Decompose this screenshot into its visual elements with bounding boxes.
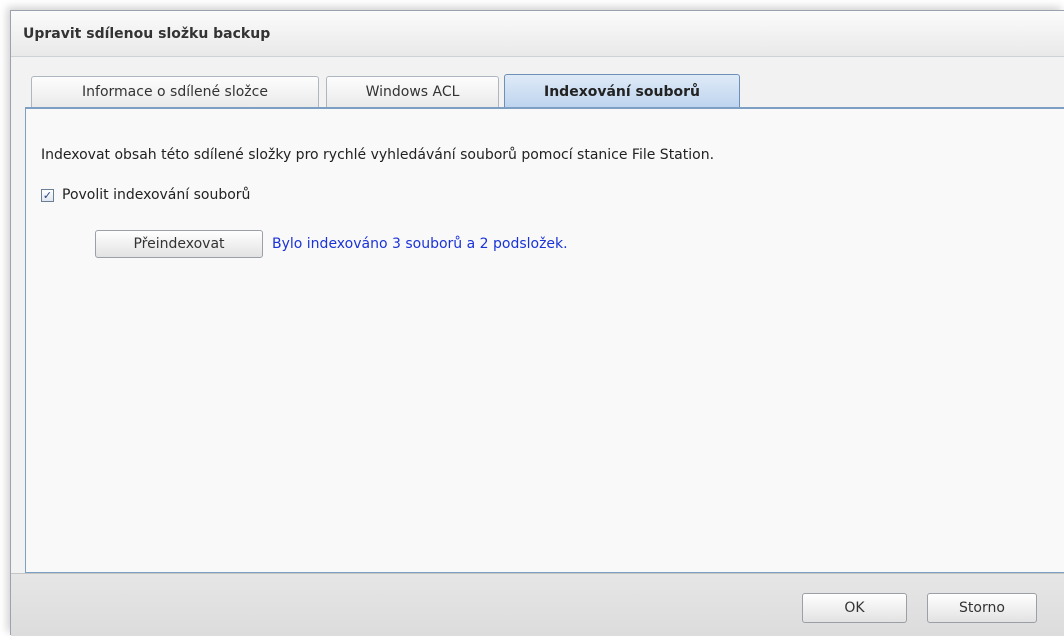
edit-shared-folder-dialog: Upravit sdílenou složku backup Informace… <box>10 10 1064 636</box>
tab-file-indexing[interactable]: Indexování souborů <box>504 74 740 109</box>
enable-indexing-checkbox[interactable]: ✓ <box>41 188 54 202</box>
indexing-description: Indexovat obsah této sdílené složky pro … <box>41 147 715 163</box>
indexing-status-text: Bylo indexováno 3 souborů a 2 podsložek. <box>272 236 568 252</box>
checkmark-icon: ✓ <box>42 188 53 202</box>
dialog-footer: OK Storno <box>11 573 1064 636</box>
enable-indexing-label[interactable]: Povolit indexování souborů <box>62 187 250 203</box>
cancel-button[interactable]: Storno <box>927 593 1037 623</box>
dialog-titlebar: Upravit sdílenou složku backup <box>11 11 1064 57</box>
dialog-title: Upravit sdílenou složku backup <box>23 26 271 42</box>
ok-button[interactable]: OK <box>802 593 907 623</box>
tab-bar: Informace o sdílené složce Windows ACL I… <box>11 57 1064 109</box>
tab-shared-folder-info[interactable]: Informace o sdílené složce <box>31 76 319 107</box>
tab-panel-file-indexing: Indexovat obsah této sdílené složky pro … <box>25 109 1064 573</box>
reindex-button[interactable]: Přeindexovat <box>95 230 263 258</box>
enable-indexing-row[interactable]: ✓ Povolit indexování souborů <box>41 187 250 203</box>
tab-windows-acl[interactable]: Windows ACL <box>326 76 499 107</box>
